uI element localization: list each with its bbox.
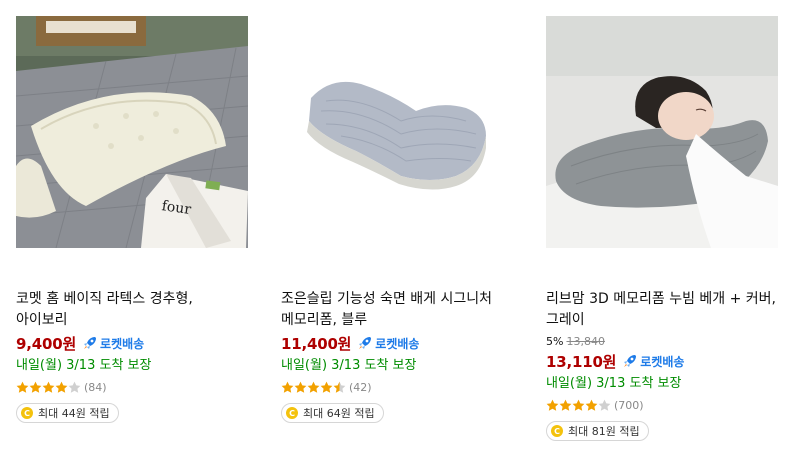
- delivery-promise: 내일(월) 3/13 도착 보장: [281, 358, 417, 373]
- star-icon: [55, 381, 68, 393]
- review-count: (42): [349, 380, 372, 394]
- star-rating: [546, 399, 611, 412]
- delivery-promise: 내일(월) 3/13 도착 보장: [16, 358, 152, 373]
- product-price: 13,110원: [546, 352, 617, 371]
- coin-icon: C: [286, 407, 298, 419]
- rocket-delivery-label: 로켓배송: [375, 336, 420, 351]
- product-card[interactable]: 조은슬립 기능성 숙면 배게 시그니처 메모리폼, 블루 11,400원 로켓배…: [281, 16, 513, 423]
- product-title[interactable]: 조은슬립 기능성 숙면 배게 시그니처 메모리폼, 블루: [281, 289, 513, 331]
- coin-icon: C: [21, 407, 33, 419]
- star-icon: [598, 399, 611, 411]
- star-icon: [42, 381, 55, 393]
- rocket-delivery-badge: 로켓배송: [622, 353, 684, 370]
- rocket-delivery-badge: 로켓배송: [82, 335, 144, 352]
- product-image[interactable]: four: [16, 16, 248, 248]
- rocket-delivery-label: 로켓배송: [100, 336, 145, 351]
- delivery-promise: 내일(월) 3/13 도착 보장: [546, 376, 682, 391]
- star-icon: [559, 399, 572, 411]
- latex-pillow-photo-icon: four: [16, 16, 248, 248]
- star-icon: [546, 399, 559, 411]
- star-icon: [16, 381, 29, 393]
- product-image[interactable]: [546, 16, 778, 248]
- star-icon: [572, 399, 585, 411]
- memory-foam-pillow-photo-icon: [281, 16, 513, 248]
- product-image[interactable]: [281, 16, 513, 248]
- reward-text: 최대 44원 적립: [38, 407, 110, 420]
- reward-badge: C 최대 44원 적립: [16, 403, 119, 423]
- rating-row: (42): [281, 379, 513, 395]
- star-icon: [320, 381, 333, 393]
- rating-row: (84): [16, 379, 248, 395]
- rocket-delivery-badge: 로켓배송: [357, 335, 419, 352]
- product-price: 9,400원: [16, 334, 77, 353]
- product-card[interactable]: four 코멧 홈 베이직 라텍스 경추형, 아이보리 9,400원 로켓배송 …: [16, 16, 248, 423]
- product-title[interactable]: 코멧 홈 베이직 라텍스 경추형, 아이보리: [16, 289, 248, 331]
- price-row: 9,400원 로켓배송: [16, 332, 248, 354]
- star-icon: [585, 399, 598, 411]
- review-count: (700): [614, 398, 644, 412]
- rocket-icon: [359, 337, 372, 349]
- star-rating: [16, 381, 81, 394]
- star-icon: [29, 381, 42, 393]
- reward-badge: C 최대 64원 적립: [281, 403, 384, 423]
- star-icon: [68, 381, 81, 393]
- rocket-icon: [84, 337, 97, 349]
- reward-text: 최대 64원 적립: [303, 407, 375, 420]
- price-row: 13,110원 로켓배송: [546, 350, 778, 372]
- product-card[interactable]: 리브맘 3D 메모리폼 누빔 베개 + 커버, 그레이 5% 13,840 13,…: [546, 16, 778, 441]
- product-price: 11,400원: [281, 334, 352, 353]
- star-icon: [333, 381, 346, 393]
- reward-badge: C 최대 81원 적립: [546, 421, 649, 441]
- review-count: (84): [84, 380, 107, 394]
- product-title[interactable]: 리브맘 3D 메모리폼 누빔 베개 + 커버, 그레이: [546, 289, 778, 331]
- rating-row: (700): [546, 397, 778, 413]
- rocket-delivery-label: 로켓배송: [640, 354, 685, 369]
- reward-text: 최대 81원 적립: [568, 425, 640, 438]
- star-icon: [281, 381, 294, 393]
- star-rating: [281, 381, 346, 394]
- price-row: 11,400원 로켓배송: [281, 332, 513, 354]
- original-price: 13,840: [566, 335, 605, 348]
- discount-rate: 5%: [546, 335, 564, 348]
- star-icon: [307, 381, 320, 393]
- coin-icon: C: [551, 425, 563, 437]
- star-icon: [294, 381, 307, 393]
- discount-row: 5% 13,840: [546, 335, 778, 349]
- woman-sleeping-pillow-photo-icon: [546, 16, 778, 248]
- rocket-icon: [624, 355, 637, 367]
